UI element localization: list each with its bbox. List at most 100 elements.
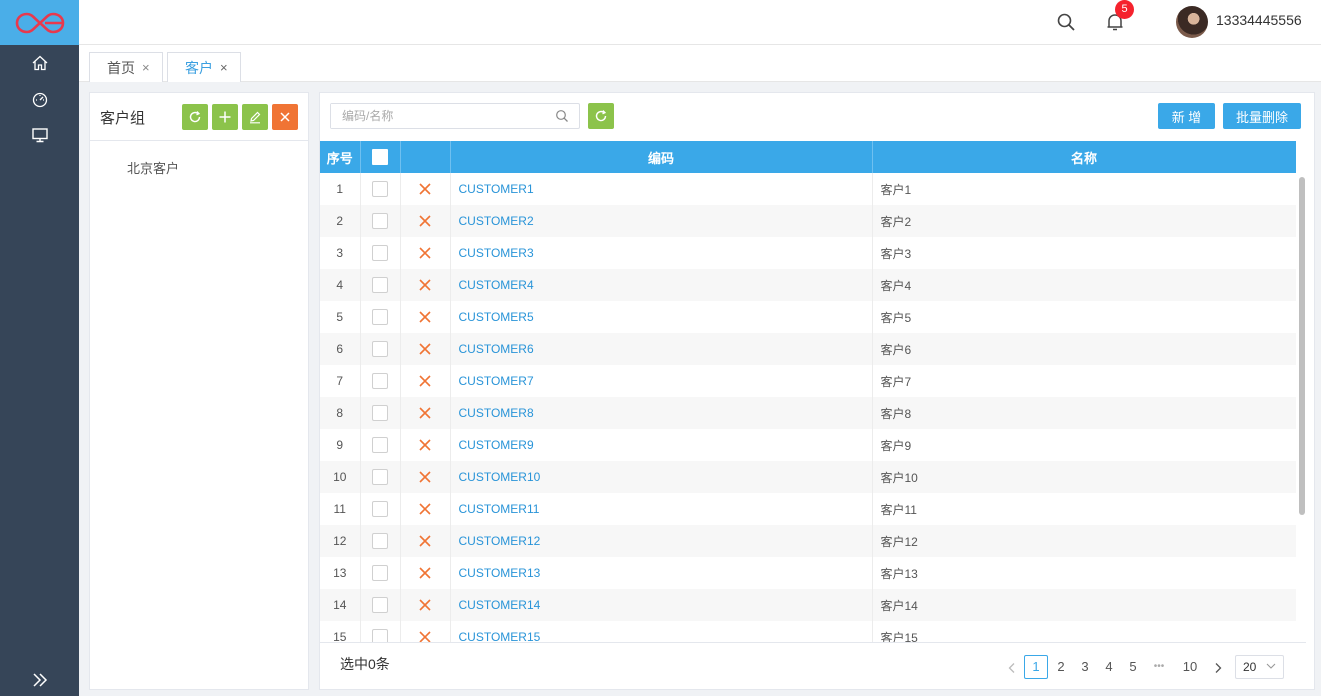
page-5-button[interactable]: 5 <box>1121 655 1145 679</box>
top-header: 5 13334445556 <box>79 0 1321 45</box>
row-code-link[interactable]: CUSTOMER9 <box>450 429 873 461</box>
table-row[interactable]: 11 CUSTOMER11 客户11 <box>320 493 1297 525</box>
row-code-link[interactable]: CUSTOMER1 <box>450 173 873 205</box>
row-checkbox[interactable] <box>372 213 388 229</box>
row-code-link[interactable]: CUSTOMER3 <box>450 237 873 269</box>
delete-x-icon[interactable] <box>418 406 432 420</box>
column-header-actions <box>400 141 451 173</box>
page-ellipsis[interactable]: ••• <box>1147 655 1171 679</box>
next-page-button[interactable] <box>1206 655 1230 679</box>
tab-customer[interactable]: 客户 × <box>167 52 241 82</box>
header-search-button[interactable] <box>1055 11 1077 33</box>
table-row[interactable]: 13 CUSTOMER13 客户13 <box>320 557 1297 589</box>
select-all-checkbox[interactable] <box>372 149 388 166</box>
table-row[interactable]: 7 CUSTOMER7 客户7 <box>320 365 1297 397</box>
sidebar-expand-button[interactable] <box>0 664 79 696</box>
row-checkbox[interactable] <box>372 437 388 453</box>
table-row[interactable]: 2 CUSTOMER2 客户2 <box>320 205 1297 237</box>
table-row[interactable]: 10 CUSTOMER10 客户10 <box>320 461 1297 493</box>
row-checkbox[interactable] <box>372 373 388 389</box>
table-row[interactable]: 14 CUSTOMER14 客户14 <box>320 589 1297 621</box>
app-logo[interactable] <box>0 0 79 45</box>
search-input[interactable] <box>331 104 546 128</box>
delete-x-icon[interactable] <box>418 470 432 484</box>
table-row[interactable]: 9 CUSTOMER9 客户9 <box>320 429 1297 461</box>
row-checkbox[interactable] <box>372 245 388 261</box>
row-code-link[interactable]: CUSTOMER10 <box>450 461 873 493</box>
delete-x-icon[interactable] <box>418 502 432 516</box>
row-code-link[interactable]: CUSTOMER13 <box>450 557 873 589</box>
table-row[interactable]: 12 CUSTOMER12 客户12 <box>320 525 1297 557</box>
delete-x-icon[interactable] <box>418 310 432 324</box>
sidebar-item-home[interactable] <box>0 45 79 81</box>
delete-x-icon[interactable] <box>418 534 432 548</box>
row-code-link[interactable]: CUSTOMER4 <box>450 269 873 301</box>
prev-page-button[interactable] <box>1000 655 1024 679</box>
page-size-select[interactable]: 20 <box>1235 655 1284 679</box>
page-2-button[interactable]: 2 <box>1049 655 1073 679</box>
delete-x-icon[interactable] <box>418 182 432 196</box>
search-icon[interactable] <box>555 109 569 123</box>
sidebar-item-monitor[interactable] <box>0 117 79 153</box>
username[interactable]: 13334445556 <box>1216 12 1302 28</box>
row-checkbox[interactable] <box>372 309 388 325</box>
table-row[interactable]: 15 CUSTOMER15 客户15 <box>320 621 1297 643</box>
row-code-link[interactable]: CUSTOMER15 <box>450 621 873 643</box>
row-code-link[interactable]: CUSTOMER7 <box>450 365 873 397</box>
page-3-button[interactable]: 3 <box>1073 655 1097 679</box>
avatar[interactable] <box>1176 6 1208 38</box>
row-checkbox[interactable] <box>372 341 388 357</box>
page-4-button[interactable]: 4 <box>1097 655 1121 679</box>
add-button[interactable]: 新 增 <box>1158 103 1215 129</box>
row-code-link[interactable]: CUSTOMER11 <box>450 493 873 525</box>
column-header-name[interactable]: 名称 <box>872 141 1297 173</box>
delete-x-icon[interactable] <box>418 278 432 292</box>
close-icon[interactable]: × <box>142 60 150 75</box>
delete-group-button[interactable] <box>272 104 298 130</box>
row-code-link[interactable]: CUSTOMER8 <box>450 397 873 429</box>
page-1-button[interactable]: 1 <box>1024 655 1048 679</box>
row-checkbox[interactable] <box>372 405 388 421</box>
delete-x-icon[interactable] <box>418 566 432 580</box>
delete-x-icon[interactable] <box>418 598 432 612</box>
row-checkbox[interactable] <box>372 565 388 581</box>
row-code-link[interactable]: CUSTOMER2 <box>450 205 873 237</box>
column-header-code[interactable]: 编码 <box>450 141 873 173</box>
row-code-link[interactable]: CUSTOMER6 <box>450 333 873 365</box>
row-code-link[interactable]: CUSTOMER12 <box>450 525 873 557</box>
row-code-link[interactable]: CUSTOMER14 <box>450 589 873 621</box>
table-row[interactable]: 8 CUSTOMER8 客户8 <box>320 397 1297 429</box>
tree-item-beijing[interactable]: 北京客户 <box>127 158 179 177</box>
row-select-cell <box>360 365 401 397</box>
row-checkbox[interactable] <box>372 469 388 485</box>
delete-x-icon[interactable] <box>418 214 432 228</box>
row-checkbox[interactable] <box>372 629 388 643</box>
refresh-group-button[interactable] <box>182 104 208 130</box>
edit-group-button[interactable] <box>242 104 268 130</box>
row-checkbox[interactable] <box>372 277 388 293</box>
customer-list-panel: 新 增 批量删除 序号 编码 名称 1CUSTOMER1客户12CUSTOMER… <box>319 92 1315 690</box>
table-row[interactable]: 3 CUSTOMER3 客户3 <box>320 237 1297 269</box>
table-row[interactable]: 6 CUSTOMER6 客户6 <box>320 333 1297 365</box>
table-row[interactable]: 1 CUSTOMER1 客户1 <box>320 173 1297 205</box>
close-icon[interactable]: × <box>220 60 228 75</box>
scrollbar-thumb[interactable] <box>1299 177 1305 515</box>
delete-x-icon[interactable] <box>418 438 432 452</box>
tab-home[interactable]: 首页 × <box>89 52 163 82</box>
delete-x-icon[interactable] <box>418 246 432 260</box>
delete-x-icon[interactable] <box>418 342 432 356</box>
refresh-list-button[interactable] <box>588 103 614 129</box>
sidebar-item-dashboard[interactable] <box>0 81 79 117</box>
table-row[interactable]: 4 CUSTOMER4 客户4 <box>320 269 1297 301</box>
batch-delete-button[interactable]: 批量删除 <box>1223 103 1301 129</box>
row-checkbox[interactable] <box>372 533 388 549</box>
page-10-button[interactable]: 10 <box>1178 655 1202 679</box>
table-row[interactable]: 5 CUSTOMER5 客户5 <box>320 301 1297 333</box>
add-group-button[interactable] <box>212 104 238 130</box>
row-code-link[interactable]: CUSTOMER5 <box>450 301 873 333</box>
delete-x-icon[interactable] <box>418 374 432 388</box>
row-checkbox[interactable] <box>372 181 388 197</box>
customer-group-title: 客户组 <box>100 110 146 127</box>
row-checkbox[interactable] <box>372 597 388 613</box>
row-checkbox[interactable] <box>372 501 388 517</box>
